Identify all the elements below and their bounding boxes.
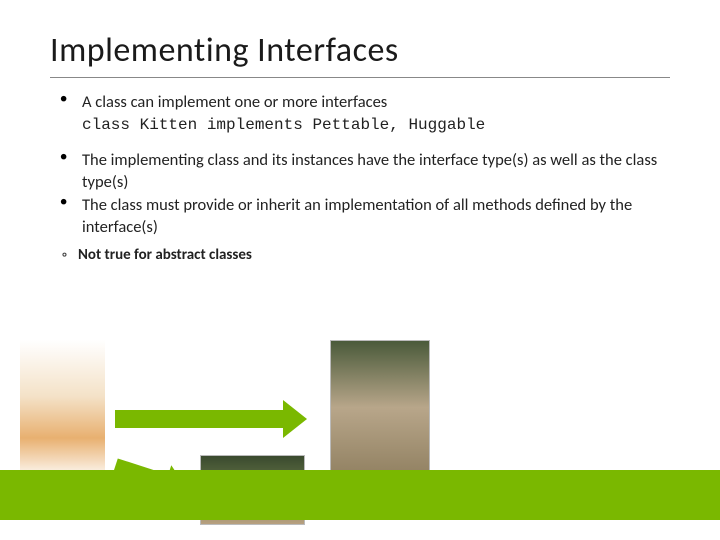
hugging-image [330, 340, 430, 490]
slide-title: Implementing Interfaces [50, 30, 670, 78]
bullet-3: The class must provide or inherit an imp… [60, 195, 670, 238]
footer-bar [0, 470, 720, 520]
arrow-to-hug [115, 410, 285, 428]
bullet-2: The implementing class and its instances… [60, 150, 670, 193]
kitten-image [20, 340, 105, 480]
bullet-2-text: The implementing class and its instances… [82, 150, 657, 191]
bullet-list: A class can implement one or more interf… [50, 92, 670, 238]
bullet-1-text: A class can implement one or more interf… [82, 92, 387, 112]
bullet-1: A class can implement one or more interf… [60, 92, 670, 136]
sub-bullet-1-text: Not true for abstract classes [78, 246, 252, 264]
sub-bullet-1: Not true for abstract classes [50, 246, 670, 264]
bullet-3-text: The class must provide or inherit an imp… [82, 195, 632, 236]
bullet-1-code: class Kitten implements Pettable, Huggab… [82, 115, 670, 136]
